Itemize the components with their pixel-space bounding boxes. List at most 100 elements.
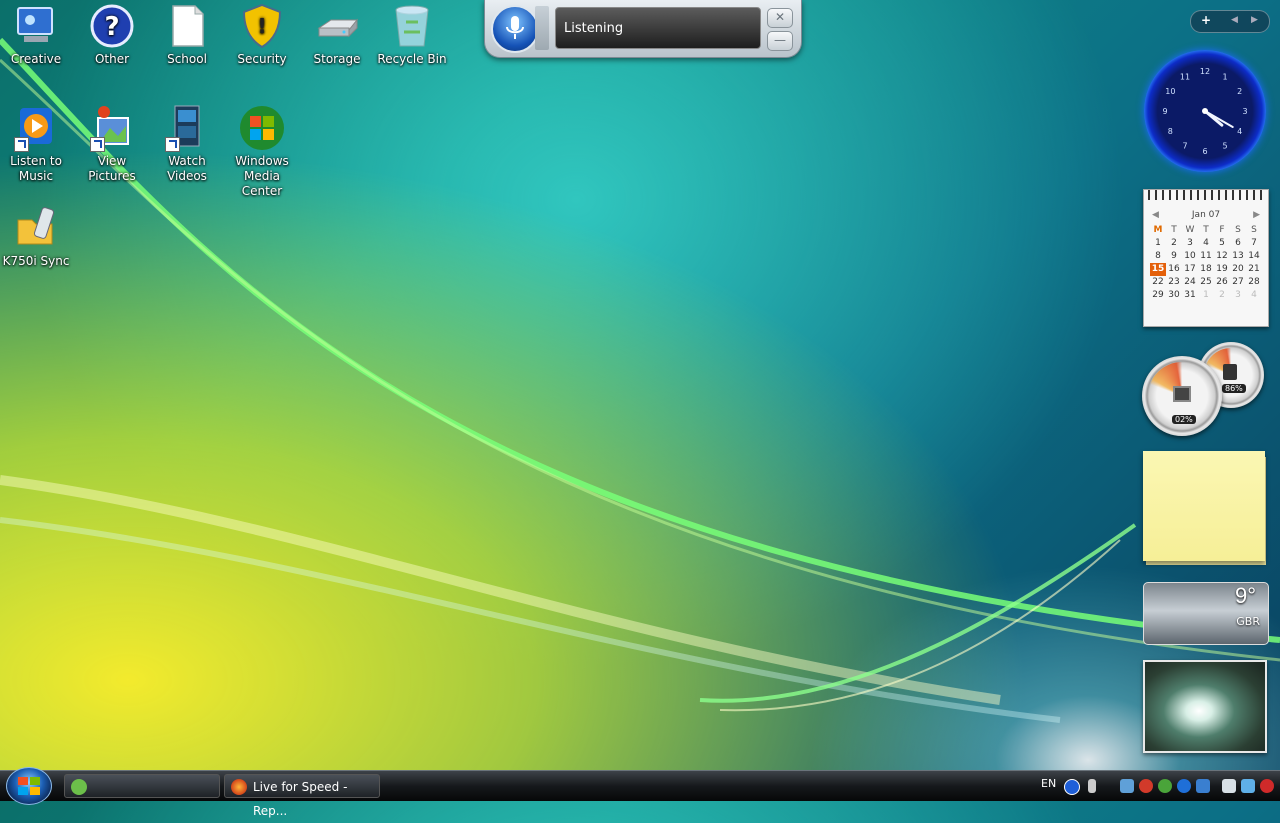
calendar-day[interactable]: 24 [1182,276,1198,289]
calendar-day[interactable]: 22 [1150,276,1166,289]
windows-logo-icon [238,104,286,152]
calendar-day[interactable]: 26 [1214,276,1230,289]
desktop-icon-label: Other [94,52,130,66]
tray-info-icon[interactable] [1177,779,1191,793]
tray-network-icon[interactable] [1120,779,1134,793]
video-icon [163,104,211,152]
tray-error-icon[interactable] [1139,779,1153,793]
calendar-day[interactable]: 18 [1198,263,1214,276]
calendar-day[interactable]: 6 [1230,237,1246,250]
calendar-day-next-month[interactable]: 2 [1214,289,1230,302]
clock-numeral: 8 [1168,127,1173,136]
calendar-day[interactable]: 25 [1198,276,1214,289]
calendar-day-next-month[interactable]: 4 [1246,289,1262,302]
tray-volume-muted-icon[interactable] [1260,779,1274,793]
language-indicator[interactable]: EN [1041,777,1056,790]
memory-chip-icon [1223,364,1237,380]
desktop-icon-creative[interactable]: Creative [0,2,74,67]
svg-text:?: ? [104,12,119,42]
audio-level-meter [535,6,549,50]
calendar-day-today[interactable]: 15 [1150,263,1166,276]
clock-gadget[interactable]: 12 1 2 3 4 5 6 7 8 9 10 11 [1144,50,1266,172]
help-icon: ? [88,2,136,50]
calendar-day[interactable]: 10 [1182,250,1198,263]
add-gadget-button[interactable]: + [1201,13,1211,27]
weather-location: GBR [1236,615,1260,628]
calendar-grid: M T W T F S S 1 2 3 4 5 6 7 8 9 10 11 12… [1150,224,1262,302]
tray-display-icon[interactable] [1196,779,1210,793]
calendar-day[interactable]: 4 [1198,237,1214,250]
taskbar-window-button-active[interactable]: Live for Speed - Rep... [224,774,380,818]
calendar-day[interactable]: 2 [1166,237,1182,250]
calendar-day[interactable]: 16 [1166,263,1182,276]
calendar-day[interactable]: 5 [1214,237,1230,250]
calendar-day[interactable]: 30 [1166,289,1182,302]
calendar-day[interactable]: 31 [1182,289,1198,302]
calendar-prev-button[interactable]: ◀ [1152,210,1159,220]
calendar-day[interactable]: 29 [1150,289,1166,302]
calendar-day[interactable]: 8 [1150,250,1166,263]
calendar-day[interactable]: 23 [1166,276,1182,289]
calendar-day[interactable]: 20 [1230,263,1246,276]
desktop-icon-school[interactable]: School [149,2,225,67]
speech-close-button[interactable]: ✕ [767,8,793,28]
speech-minimize-button[interactable]: — [767,31,793,51]
calendar-day[interactable]: 17 [1182,263,1198,276]
start-button[interactable] [6,767,52,805]
notes-gadget[interactable] [1143,451,1265,561]
desktop-icon-view-pictures[interactable]: View Pictures [74,104,150,184]
calendar-next-button[interactable]: ▶ [1253,210,1260,220]
desktop-icon-storage[interactable]: Storage [299,2,375,67]
calendar-day[interactable]: 28 [1246,276,1262,289]
taskbar-window-label: Live for Speed - Rep... [253,780,348,818]
calendar-day[interactable]: 13 [1230,250,1246,263]
shortcut-arrow-icon [14,137,29,152]
microphone-button[interactable] [491,5,539,53]
language-bar-options-icon[interactable] [1088,779,1096,793]
calendar-day[interactable]: 3 [1182,237,1198,250]
desktop-icon-other[interactable]: ? Other [74,2,150,67]
calendar-weekday: W [1185,225,1195,235]
desktop-icon-recycle-bin[interactable]: Recycle Bin [374,2,450,67]
calendar-day[interactable]: 1 [1150,237,1166,250]
sidebar-next-button[interactable]: ▶ [1251,15,1258,25]
clock-numeral: 5 [1222,142,1227,151]
calendar-day[interactable]: 7 [1246,237,1262,250]
help-icon[interactable] [1064,779,1080,795]
desktop-icon-label: Security [237,52,287,66]
desktop-icon-listen-to-music[interactable]: Listen to Music [0,104,74,184]
desktop-icon-security[interactable]: ! Security [224,2,300,67]
speech-recognition-bar: Listening ✕ — [484,0,802,58]
desktop-icon-windows-media-center[interactable]: Windows Media Center [224,104,300,199]
calendar-day[interactable]: 14 [1246,250,1262,263]
calendar-gadget[interactable]: ◀ Jan 07 ▶ M T W T F S S 1 2 3 4 5 6 7 8… [1143,189,1269,327]
calendar-weekday: S [1235,225,1241,235]
document-icon [163,2,211,50]
calendar-day[interactable]: 21 [1246,263,1262,276]
clock-numeral: 11 [1180,72,1190,81]
calendar-day[interactable]: 11 [1198,250,1214,263]
calendar-day-next-month[interactable]: 3 [1230,289,1246,302]
cpu-chip-icon [1173,386,1191,402]
weather-gadget[interactable]: 9° GBR [1143,582,1269,645]
calendar-day[interactable]: 12 [1214,250,1230,263]
desktop-icon-k750i-sync[interactable]: K750i Sync [0,204,74,269]
sidebar-prev-button[interactable]: ◀ [1231,15,1238,25]
slideshow-gadget[interactable] [1143,660,1267,753]
desktop-icon-label: K750i Sync [2,254,70,268]
speech-status-text: Listening [555,7,761,49]
calendar-day[interactable]: 9 [1166,250,1182,263]
tray-messenger-icon[interactable] [1158,779,1172,793]
calendar-day-next-month[interactable]: 1 [1198,289,1214,302]
calendar-day[interactable]: 27 [1230,276,1246,289]
sidebar-controls: + ◀ ▶ [1190,10,1270,33]
control-panel-icon [12,2,60,50]
calendar-day[interactable]: 19 [1214,263,1230,276]
cpu-meter-gadget[interactable]: 86% 02% [1142,342,1268,437]
desktop-icon-watch-videos[interactable]: Watch Videos [149,104,225,184]
tray-safely-remove-icon[interactable] [1222,779,1236,793]
tray-network-connection-icon[interactable] [1241,779,1255,793]
media-player-icon [12,104,60,152]
taskbar-window-button[interactable] [64,774,220,798]
clock-center-pin [1202,108,1208,114]
